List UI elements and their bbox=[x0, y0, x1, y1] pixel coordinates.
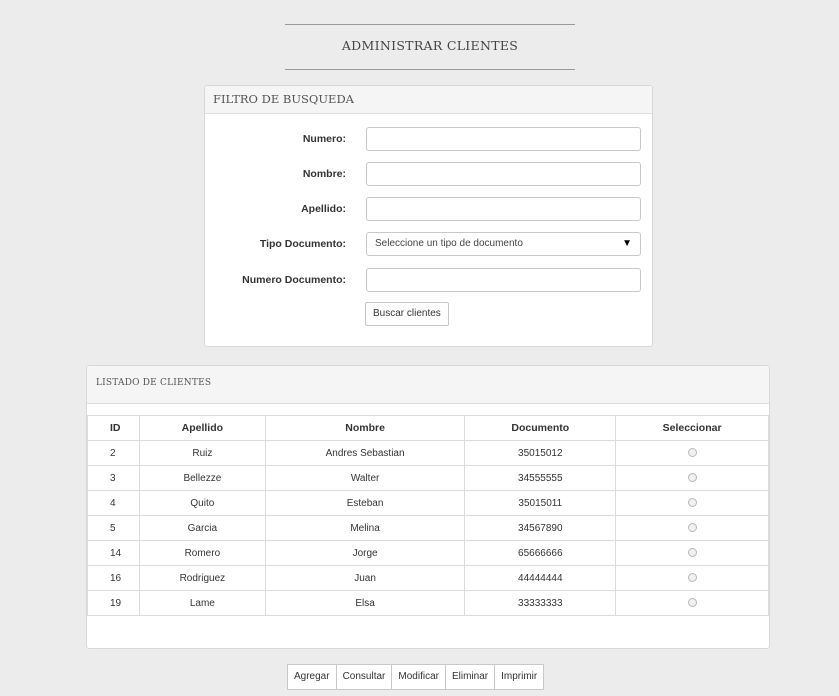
cell-documento: 65666666 bbox=[464, 540, 617, 566]
buscar-clientes-button[interactable]: Buscar clientes bbox=[365, 302, 449, 326]
title-rule-top bbox=[285, 24, 575, 25]
clients-panel: LISTADO DE CLIENTES ID Apellido Nombre D… bbox=[86, 365, 770, 649]
numero-documento-input[interactable] bbox=[366, 268, 641, 292]
cell-documento: 35015012 bbox=[464, 440, 617, 466]
clients-table: ID Apellido Nombre Documento Seleccionar… bbox=[87, 415, 769, 616]
dropdown-arrow-icon: ▼ bbox=[622, 238, 632, 249]
cell-nombre: Walter bbox=[264, 465, 466, 491]
select-radio[interactable] bbox=[687, 498, 697, 508]
table-row: 5 Garcia Melina 34567890 bbox=[87, 515, 769, 541]
modificar-button[interactable]: Modificar bbox=[391, 664, 446, 690]
table-row: 3 Bellezze Walter 34555555 bbox=[87, 465, 769, 491]
consultar-button[interactable]: Consultar bbox=[335, 664, 393, 690]
cell-apellido: Quito bbox=[138, 490, 266, 516]
cell-id: 19 bbox=[87, 590, 140, 616]
cell-nombre: Jorge bbox=[264, 540, 466, 566]
cell-apellido: Rodriguez bbox=[138, 565, 266, 591]
nombre-row: Nombre: bbox=[205, 162, 654, 186]
column-header-apellido: Apellido bbox=[138, 415, 266, 441]
select-radio[interactable] bbox=[687, 448, 697, 458]
cell-id: 2 bbox=[87, 440, 140, 466]
column-header-seleccionar: Seleccionar bbox=[615, 415, 769, 441]
cell-seleccionar bbox=[615, 440, 769, 466]
apellido-row: Apellido: bbox=[205, 197, 654, 221]
select-radio[interactable] bbox=[687, 473, 697, 483]
numero-input[interactable] bbox=[366, 127, 641, 151]
select-radio[interactable] bbox=[687, 598, 697, 608]
column-header-id: ID bbox=[87, 415, 140, 441]
cell-id: 5 bbox=[87, 515, 140, 541]
cell-apellido: Ruiz bbox=[138, 440, 266, 466]
column-header-nombre: Nombre bbox=[264, 415, 466, 441]
cell-apellido: Lame bbox=[138, 590, 266, 616]
tipo-documento-label: Tipo Documento: bbox=[259, 238, 346, 250]
numero-label: Numero: bbox=[302, 133, 346, 145]
clients-panel-header: LISTADO DE CLIENTES bbox=[87, 366, 769, 404]
tipo-documento-select[interactable]: Seleccione un tipo de documento ▼ bbox=[366, 232, 641, 256]
cell-id: 16 bbox=[87, 565, 140, 591]
cell-seleccionar bbox=[615, 465, 769, 491]
eliminar-button[interactable]: Eliminar bbox=[444, 664, 496, 690]
cell-documento: 33333333 bbox=[464, 590, 617, 616]
numero-documento-row: Numero Documento: bbox=[205, 268, 654, 292]
nombre-label: Nombre: bbox=[302, 168, 346, 180]
cell-id: 14 bbox=[87, 540, 140, 566]
table-row: 14 Romero Jorge 65666666 bbox=[87, 540, 769, 566]
cell-apellido: Romero bbox=[138, 540, 266, 566]
numero-row: Numero: bbox=[205, 127, 654, 151]
cell-id: 3 bbox=[87, 465, 140, 491]
cell-seleccionar bbox=[615, 515, 769, 541]
cell-nombre: Andres Sebastian bbox=[264, 440, 466, 466]
cell-nombre: Esteban bbox=[264, 490, 466, 516]
cell-seleccionar bbox=[615, 490, 769, 516]
apellido-input[interactable] bbox=[366, 197, 641, 221]
cell-seleccionar bbox=[615, 590, 769, 616]
table-row: 4 Quito Esteban 35015011 bbox=[87, 490, 769, 516]
select-radio[interactable] bbox=[687, 548, 697, 558]
title-rule-bottom bbox=[285, 69, 575, 70]
tipo-documento-row: Tipo Documento: Seleccione un tipo de do… bbox=[205, 232, 654, 256]
cell-documento: 34567890 bbox=[464, 515, 617, 541]
table-header-row: ID Apellido Nombre Documento Seleccionar bbox=[87, 415, 769, 441]
cell-nombre: Elsa bbox=[264, 590, 466, 616]
select-radio[interactable] bbox=[687, 523, 697, 533]
cell-apellido: Garcia bbox=[138, 515, 266, 541]
agregar-button[interactable]: Agregar bbox=[287, 664, 337, 690]
tipo-documento-selected-value: Seleccione un tipo de documento bbox=[375, 238, 523, 249]
cell-seleccionar bbox=[615, 540, 769, 566]
cell-id: 4 bbox=[87, 490, 140, 516]
column-header-documento: Documento bbox=[464, 415, 617, 441]
action-buttons: Agregar Consultar Modificar Eliminar Imp… bbox=[287, 664, 545, 690]
cell-documento: 44444444 bbox=[464, 565, 617, 591]
cell-nombre: Melina bbox=[264, 515, 466, 541]
page-title: ADMINISTRAR CLIENTES bbox=[341, 38, 519, 53]
cell-documento: 35015011 bbox=[464, 490, 617, 516]
imprimir-button[interactable]: Imprimir bbox=[494, 664, 545, 690]
select-radio[interactable] bbox=[687, 573, 697, 583]
cell-documento: 34555555 bbox=[464, 465, 617, 491]
cell-apellido: Bellezze bbox=[138, 465, 266, 491]
nombre-input[interactable] bbox=[366, 162, 641, 186]
cell-nombre: Juan bbox=[264, 565, 466, 591]
filter-panel-header: FILTRO DE BUSQUEDA bbox=[205, 86, 652, 114]
table-row: 19 Lame Elsa 33333333 bbox=[87, 590, 769, 616]
apellido-label: Apellido: bbox=[301, 203, 346, 215]
cell-seleccionar bbox=[615, 565, 769, 591]
numero-documento-label: Numero Documento: bbox=[242, 274, 346, 286]
table-row: 16 Rodriguez Juan 44444444 bbox=[87, 565, 769, 591]
table-row: 2 Ruiz Andres Sebastian 35015012 bbox=[87, 440, 769, 466]
